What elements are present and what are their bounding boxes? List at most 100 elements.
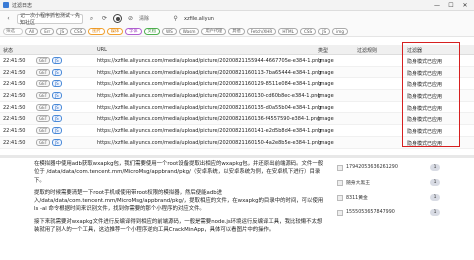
- list-item-label: 8311黄金: [346, 196, 368, 201]
- row-type: Image: [318, 116, 334, 123]
- header-type[interactable]: 类型: [318, 47, 328, 54]
- list-item-label: 1555053657847990: [346, 210, 395, 215]
- row-filter: 隐身模式已应用: [407, 59, 443, 65]
- row-filter: 隐身模式已应用: [407, 140, 443, 147]
- image-thumbnail: [337, 179, 343, 186]
- list-item-label: 17942053636261290: [346, 165, 398, 170]
- row-type: Image: [318, 104, 334, 111]
- article-body: 在模拟器中使用adb获取wxapkg包，我们需要使用一个root设备提取出相应的…: [34, 160, 324, 260]
- header-filter-rule[interactable]: 过滤规则: [357, 47, 377, 54]
- row-proto: JS: [52, 92, 62, 100]
- row-type: Image: [318, 69, 334, 76]
- row-time: 22:41:50: [3, 104, 26, 111]
- row-url: https://xzfile.aliyuncs.com/media/upload…: [97, 116, 321, 123]
- refresh-icon[interactable]: ⟳: [100, 14, 109, 23]
- search-icon[interactable]: ⌕: [87, 14, 96, 23]
- article-paragraph: 在模拟器中使用adb获取wxapkg包，我们需要使用一个root设备提取出相应的…: [34, 161, 324, 184]
- filter-chip[interactable]: Wasm: [178, 27, 200, 35]
- filter-bar: 筛选 All Err JS CSS 图片 媒体 字体 文档 WS Wasm 用户…: [0, 26, 474, 37]
- row-type: Image: [318, 128, 334, 135]
- row-time: 22:41:50: [3, 69, 26, 76]
- row-url: https://xzfile.aliyuncs.com/media/upload…: [97, 81, 322, 88]
- header-url[interactable]: URL: [97, 47, 107, 53]
- header-status[interactable]: 状态: [3, 47, 13, 54]
- image-thumbnail: [337, 164, 343, 171]
- row-type: Image: [318, 81, 334, 88]
- row-method: GET: [36, 57, 51, 64]
- filter-chip[interactable]: CSS: [299, 27, 317, 35]
- clear-icon[interactable]: ⊘: [126, 14, 135, 23]
- table-row[interactable]: 22:41:50 GET JS https://xzfile.aliyuncs.…: [0, 101, 474, 114]
- filter-chip[interactable]: 媒体: [106, 27, 124, 35]
- row-method: GET: [36, 92, 51, 100]
- back-icon[interactable]: ‹: [4, 14, 13, 23]
- header-filter[interactable]: 过滤器: [407, 47, 422, 54]
- filter-chip[interactable]: img: [332, 27, 349, 35]
- filter-chip[interactable]: Err: [40, 27, 55, 35]
- row-proto: JS: [52, 57, 62, 64]
- related-panel: 17942053636261290 1 随身大黑王 1 8311黄金 1 155…: [332, 160, 442, 240]
- table-row[interactable]: 22:41:50 GET JS https://xzfile.aliyuncs.…: [0, 90, 474, 102]
- filter-chip[interactable]: All: [25, 27, 39, 35]
- list-item-label: 随身大黑王: [346, 181, 370, 186]
- list-item[interactable]: 8311黄金 1: [332, 190, 442, 205]
- row-type: Image: [318, 58, 334, 64]
- row-filter: 隐身模式已应用: [407, 129, 443, 136]
- row-url: https://xzfile.aliyuncs.com/media/upload…: [97, 58, 322, 64]
- row-time: 22:41:50: [3, 58, 26, 64]
- count-badge: 1: [430, 164, 440, 171]
- table-row[interactable]: 22:41:50 GET JS https://xzfile.aliyuncs.…: [0, 78, 474, 91]
- row-proto: JS: [52, 80, 62, 88]
- row-method: GET: [36, 115, 51, 123]
- minimize-button[interactable]: —: [430, 0, 444, 11]
- filter-chip[interactable]: 图片: [88, 27, 105, 35]
- record-button[interactable]: [113, 14, 122, 23]
- close-button[interactable]: ✕: [458, 0, 472, 11]
- filter-chip[interactable]: JS: [318, 27, 331, 35]
- list-item[interactable]: 随身大黑王 1: [332, 175, 442, 190]
- table-row[interactable]: 22:41:50 GET JS https://xzfile.aliyuncs.…: [0, 66, 474, 79]
- count-badge: 1: [430, 209, 440, 216]
- list-item[interactable]: 17942053636261290 1: [332, 160, 442, 175]
- row-filter: 隐身模式已应用: [407, 105, 443, 112]
- table-row[interactable]: 22:41:50 GET JS https://xzfile.aliyuncs.…: [0, 125, 474, 137]
- row-method: GET: [36, 138, 51, 146]
- window-controls: — ☐ ✕: [430, 0, 472, 11]
- row-proto: JS: [52, 115, 62, 123]
- table-row[interactable]: 22:41:50 GET JS https://xzfile.aliyuncs.…: [0, 55, 474, 67]
- row-url: https://xzfile.aliyuncs.com/media/upload…: [97, 93, 321, 100]
- row-time: 22:41:50: [3, 139, 26, 146]
- row-proto: JS: [52, 127, 62, 135]
- maximize-button[interactable]: ☐: [444, 0, 458, 11]
- filter-chip[interactable]: HTML: [278, 27, 298, 35]
- table-row[interactable]: 22:41:50 GET JS https://xzfile.aliyuncs.…: [0, 136, 474, 149]
- article-paragraph: 接下来就需要对wxapkg文件进行反编译得到相应的前端源码，一般是需要node.…: [34, 218, 323, 234]
- url-filter-input[interactable]: xzfile.aliyun: [184, 14, 264, 24]
- row-time: 22:41:50: [3, 116, 26, 123]
- list-item[interactable]: 1555053657847990 1: [332, 205, 442, 220]
- row-filter: 隐身模式已应用: [407, 117, 443, 124]
- filter-chip[interactable]: 字体: [125, 27, 142, 35]
- filter-chip[interactable]: CSS: [70, 27, 87, 35]
- count-badge: 1: [430, 179, 440, 186]
- filter-search-input[interactable]: 筛选: [3, 27, 23, 35]
- filter-chip[interactable]: WS: [161, 27, 177, 35]
- row-url: https://xzfile.aliyuncs.com/media/upload…: [97, 104, 322, 111]
- filter-chip[interactable]: 文档: [143, 27, 160, 35]
- panel-divider[interactable]: [0, 155, 474, 158]
- page-filter-input[interactable]: 记一次小程序抓包测试 - 先知社区: [17, 13, 83, 26]
- filter-icon[interactable]: ⚲: [171, 14, 180, 23]
- image-thumbnail: [337, 194, 343, 201]
- filter-chip[interactable]: 用户代理: [201, 27, 227, 35]
- row-time: 22:41:50: [3, 81, 26, 88]
- count-badge: 1: [430, 194, 440, 201]
- row-filter: 隐身模式已应用: [407, 82, 443, 89]
- row-url: https://xzfile.aliyuncs.com/media/upload…: [97, 69, 322, 76]
- filter-chip[interactable]: JS: [56, 27, 69, 35]
- table-row[interactable]: 22:41:50 GET JS https://xzfile.aliyuncs.…: [0, 113, 474, 126]
- article-paragraph: 提取的时候需要清楚一下root手机或使用带root权限的模拟器，然后便能adb进…: [34, 189, 324, 213]
- row-time: 22:41:50: [3, 93, 26, 100]
- filter-chip[interactable]: Fetch/XHR: [246, 27, 277, 35]
- clear-label[interactable]: 清除: [139, 15, 149, 22]
- filter-chip[interactable]: 其他: [228, 27, 245, 35]
